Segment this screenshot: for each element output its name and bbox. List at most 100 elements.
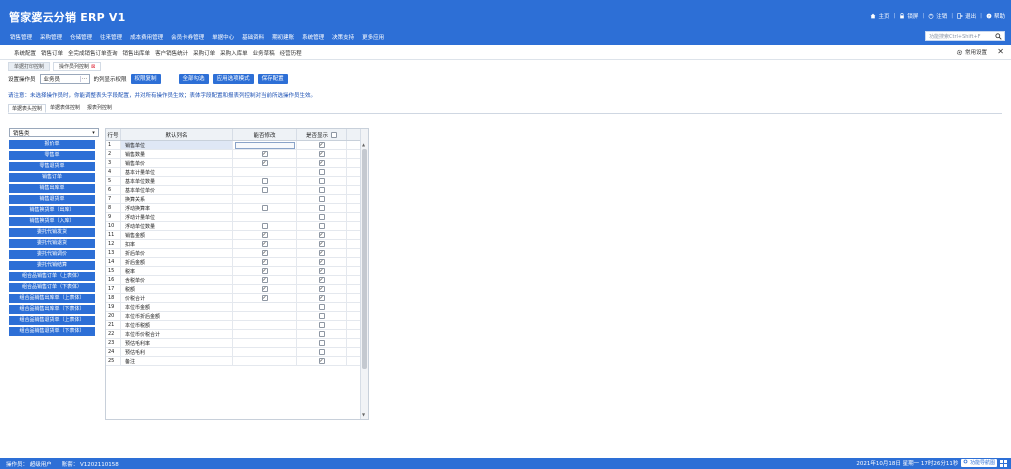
editable-checkbox[interactable]: ✓ [261, 151, 268, 157]
cell-editor[interactable] [234, 141, 295, 149]
quick-link[interactable]: 采购订单 [193, 49, 215, 57]
visible-checkbox[interactable]: ✓ [318, 277, 325, 283]
table-row[interactable]: 20 本位币折后金额 [106, 312, 362, 321]
visible-checkbox[interactable] [318, 223, 325, 229]
visible-checkbox[interactable] [318, 196, 325, 202]
quick-link[interactable]: 销售出库单 [123, 49, 151, 57]
editable-checkbox[interactable]: ✓ [261, 241, 268, 247]
tab-close-icon[interactable]: ⊠ [91, 64, 95, 70]
menu-item[interactable]: 成本费用管理 [130, 33, 163, 41]
visible-checkbox[interactable]: ✓ [318, 295, 325, 301]
visible-checkbox[interactable] [318, 304, 325, 310]
home-link[interactable]: 主页 [870, 12, 890, 20]
editable-checkbox[interactable]: ✓ [261, 160, 268, 166]
table-row[interactable]: 23 预估毛利率 [106, 339, 362, 348]
visible-checkbox[interactable] [318, 214, 325, 220]
visible-checkbox[interactable]: ✓ [318, 286, 325, 292]
bill-type-item[interactable]: 组合品销售出库单（下表体） [9, 305, 95, 314]
grid-scrollbar[interactable]: ▲ ▼ [360, 129, 368, 419]
table-row[interactable]: 11 销售金额 ✓ ✓ [106, 231, 362, 240]
visible-checkbox[interactable] [318, 169, 325, 175]
bill-type-item[interactable]: 委托代销发货 [9, 228, 95, 237]
editable-checkbox[interactable]: ✓ [261, 232, 268, 238]
table-row[interactable]: 1 销售单位 ✓ [106, 141, 362, 150]
logout-link[interactable]: 注销 [928, 12, 947, 20]
bill-type-item[interactable]: 委托代销调价 [9, 250, 95, 259]
table-row[interactable]: 10 浮动单位数量 [106, 222, 362, 231]
bill-type-item[interactable]: 销售出库单 [9, 184, 95, 193]
bill-type-item[interactable]: 销售订单 [9, 173, 95, 182]
scroll-down-icon[interactable]: ▼ [362, 412, 365, 417]
table-row[interactable]: 21 本位币税额 [106, 321, 362, 330]
menu-item[interactable]: 系统管理 [302, 33, 324, 41]
bill-type-item[interactable]: 报价单 [9, 140, 95, 149]
visible-checkbox[interactable] [318, 205, 325, 211]
bill-type-item[interactable]: 零售退货单 [9, 162, 95, 171]
bill-type-item[interactable]: 组合品销售退货单（上表体） [9, 316, 95, 325]
bill-type-item[interactable]: 销售换货单（入库） [9, 217, 95, 226]
table-row[interactable]: 9 浮动计量单位 [106, 213, 362, 222]
editable-checkbox[interactable]: ✓ [261, 286, 268, 292]
check-all-button[interactable]: 全部勾选 [178, 74, 209, 84]
visible-checkbox[interactable] [318, 340, 325, 346]
table-row[interactable]: 22 本位币价税合计 [106, 330, 362, 339]
table-row[interactable]: 17 税额 ✓ ✓ [106, 285, 362, 294]
visible-checkbox[interactable]: ✓ [318, 250, 325, 256]
visible-checkbox[interactable]: ✓ [318, 232, 325, 238]
table-row[interactable]: 2 销售数量 ✓ ✓ [106, 150, 362, 159]
table-row[interactable]: 24 预估毛利 [106, 348, 362, 357]
tab-print-control[interactable]: 单据打印控制 [8, 62, 51, 71]
editable-checkbox[interactable] [261, 178, 268, 184]
help-link[interactable]: ? 帮助 [986, 12, 1005, 20]
editable-checkbox[interactable]: ✓ [261, 268, 268, 274]
table-row[interactable]: 7 换算关系 [106, 195, 362, 204]
visible-checkbox[interactable] [318, 313, 325, 319]
editable-checkbox[interactable]: ✓ [261, 277, 268, 283]
table-row[interactable]: 25 备注 ✓ [106, 357, 362, 366]
menu-item[interactable]: 往来管理 [100, 33, 122, 41]
tab-header-control[interactable]: 单据表头控制 [8, 104, 47, 113]
table-row[interactable]: 16 含税单价 ✓ ✓ [106, 276, 362, 285]
tab-report-column-control[interactable]: 报表列控制 [84, 104, 115, 113]
menu-item[interactable]: 销售管理 [10, 33, 32, 41]
apply-template-button[interactable]: 应用选项模式 [212, 74, 254, 84]
editable-checkbox[interactable]: ✓ [261, 250, 268, 256]
visible-checkbox[interactable]: ✓ [318, 142, 325, 148]
bill-category-select[interactable]: 销售类 ▾ [9, 128, 99, 137]
menu-item[interactable]: 采购管理 [40, 33, 62, 41]
table-row[interactable]: 6 基本单位单价 [106, 186, 362, 195]
bill-type-item[interactable]: 委托代销退货 [9, 239, 95, 248]
common-settings-button[interactable]: 常用设置 [956, 48, 987, 56]
bill-type-item[interactable]: 组合品销售订单（下表体） [9, 283, 95, 292]
visible-checkbox[interactable] [318, 331, 325, 337]
menu-item[interactable]: 会员卡券管理 [171, 33, 204, 41]
table-row[interactable]: 15 税率 ✓ ✓ [106, 267, 362, 276]
visible-checkbox[interactable]: ✓ [318, 151, 325, 157]
editable-checkbox[interactable] [261, 187, 268, 193]
table-row[interactable]: 3 销售单价 ✓ ✓ [106, 159, 362, 168]
tab-body-control[interactable]: 单据表体控制 [47, 104, 83, 113]
save-config-button[interactable]: 保存配置 [257, 74, 288, 84]
visible-checkbox[interactable] [318, 322, 325, 328]
exit-link[interactable]: 退出 [957, 12, 976, 20]
bill-type-item[interactable]: 委托代销结算 [9, 261, 95, 270]
quick-link[interactable]: 采购入库单 [220, 49, 248, 57]
bill-type-item[interactable]: 销售换货单（出库） [9, 206, 95, 215]
tab-operator-column-control[interactable]: 操作员列控制 ⊠ [53, 62, 102, 71]
table-row[interactable]: 14 折后金额 ✓ ✓ [106, 258, 362, 267]
menu-item[interactable]: 基础资料 [242, 33, 264, 41]
visible-checkbox[interactable] [318, 187, 325, 193]
quick-link[interactable]: 客户销售统计 [155, 49, 188, 57]
editable-checkbox[interactable] [261, 205, 268, 211]
quick-link[interactable]: 系统配置 [14, 49, 36, 57]
menu-item[interactable]: 决策支持 [332, 33, 354, 41]
bill-type-item[interactable]: 组合品销售订单（上表体） [9, 272, 95, 281]
visible-checkbox[interactable] [318, 349, 325, 355]
table-row[interactable]: 5 基本单位数量 [106, 177, 362, 186]
permission-copy-button[interactable]: 权限复制 [130, 74, 161, 84]
search-input[interactable]: 功能搜索Ctrl+Shift+F [926, 33, 992, 40]
bill-type-item[interactable]: 销售退货单 [9, 195, 95, 204]
menu-item[interactable]: 更多应用 [362, 33, 384, 41]
lock-link[interactable]: 锁屏 [899, 12, 918, 20]
table-row[interactable]: 18 价税合计 ✓ ✓ [106, 294, 362, 303]
